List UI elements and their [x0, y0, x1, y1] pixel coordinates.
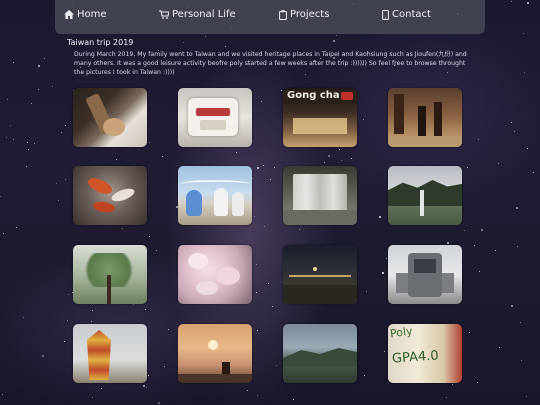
gallery-photo[interactable] [283, 166, 357, 225]
shop-sign: Gong cha [287, 90, 340, 101]
gallery-photo[interactable] [388, 88, 462, 147]
gallery-photo[interactable] [178, 324, 252, 383]
gallery-photo[interactable] [73, 88, 147, 147]
gallery-photo[interactable] [283, 324, 357, 383]
gallery-photo[interactable] [283, 245, 357, 304]
gallery-photo[interactable] [73, 245, 147, 304]
gallery-photo[interactable] [73, 166, 147, 225]
gallery-photo[interactable]: Poly GPA4.0 [388, 324, 462, 383]
gallery-photo[interactable] [388, 245, 462, 304]
gallery-photo[interactable] [178, 166, 252, 225]
gallery-photo[interactable] [388, 166, 462, 225]
gallery-photo[interactable] [178, 245, 252, 304]
photo-gallery: Gong cha Poly GPA4.0 [0, 0, 540, 405]
handwritten-note-line-2: GPA4.0 [391, 348, 440, 367]
gallery-photo[interactable]: Gong cha [283, 88, 357, 147]
gallery-photo[interactable] [178, 88, 252, 147]
handwritten-note-line-1: Poly [389, 324, 414, 341]
gallery-photo[interactable] [73, 324, 147, 383]
